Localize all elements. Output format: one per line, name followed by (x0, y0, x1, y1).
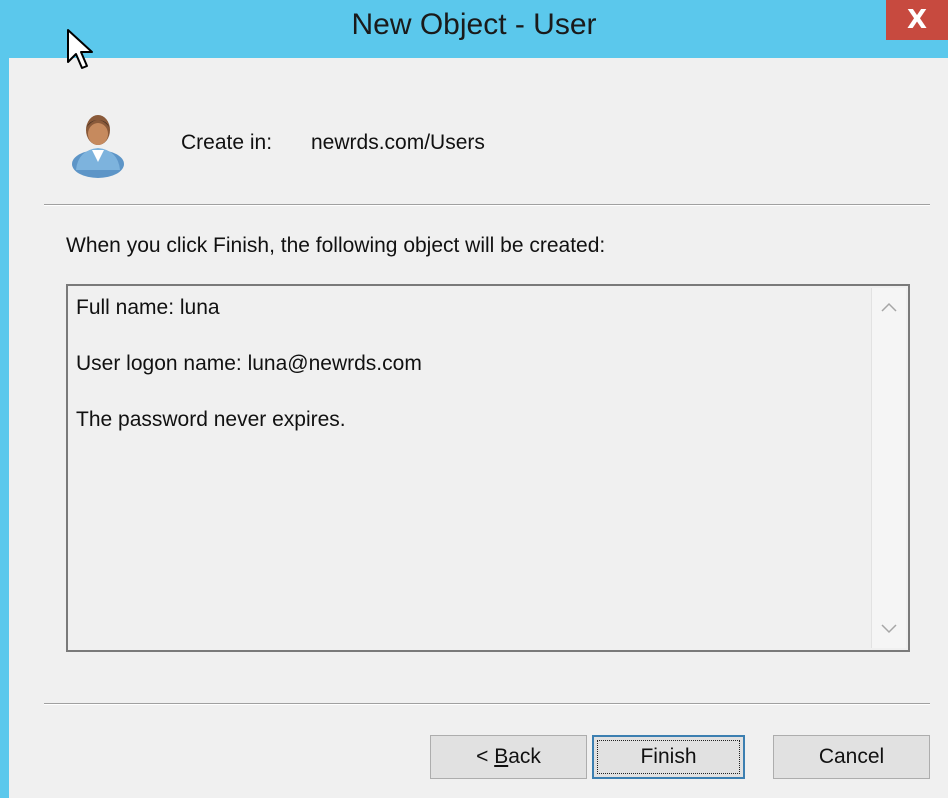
header-divider (44, 204, 930, 206)
summary-textbox[interactable]: Full name: luna User logon name: luna@ne… (66, 284, 910, 652)
back-button-label: ack (508, 745, 541, 768)
back-button-prefix: < (476, 745, 495, 768)
scroll-up-icon (881, 302, 897, 312)
footer-divider (44, 703, 930, 705)
summary-line-password: The password never expires. (76, 408, 346, 431)
scroll-down-icon (881, 624, 897, 634)
focus-rectangle (597, 740, 740, 774)
summary-heading: When you click Finish, the following obj… (66, 234, 606, 257)
summary-line-logon-name: User logon name: luna@newrds.com (76, 352, 422, 375)
cursor-icon (67, 29, 93, 69)
back-button-mnemonic: B (494, 745, 509, 768)
scroll-down-button[interactable] (872, 612, 906, 646)
scroll-up-button[interactable] (872, 290, 906, 324)
summary-content: Full name: luna User logon name: luna@ne… (76, 296, 422, 464)
create-in-label: Create in: (181, 131, 273, 154)
summary-line-full-name: Full name: luna (76, 296, 220, 319)
vertical-scrollbar[interactable] (871, 288, 906, 648)
create-in-path: newrds.com/Users (311, 131, 485, 154)
finish-button[interactable]: Finish (592, 735, 745, 779)
close-icon: X (906, 5, 928, 35)
window-title: New Object - User (351, 8, 597, 41)
user-icon (72, 115, 124, 178)
close-button[interactable]: X (886, 0, 948, 40)
cancel-button[interactable]: Cancel (773, 735, 930, 779)
back-button[interactable]: < Back (430, 735, 587, 779)
cancel-button-label: Cancel (818, 745, 885, 768)
title-bar[interactable]: New Object - User X (0, 0, 948, 58)
